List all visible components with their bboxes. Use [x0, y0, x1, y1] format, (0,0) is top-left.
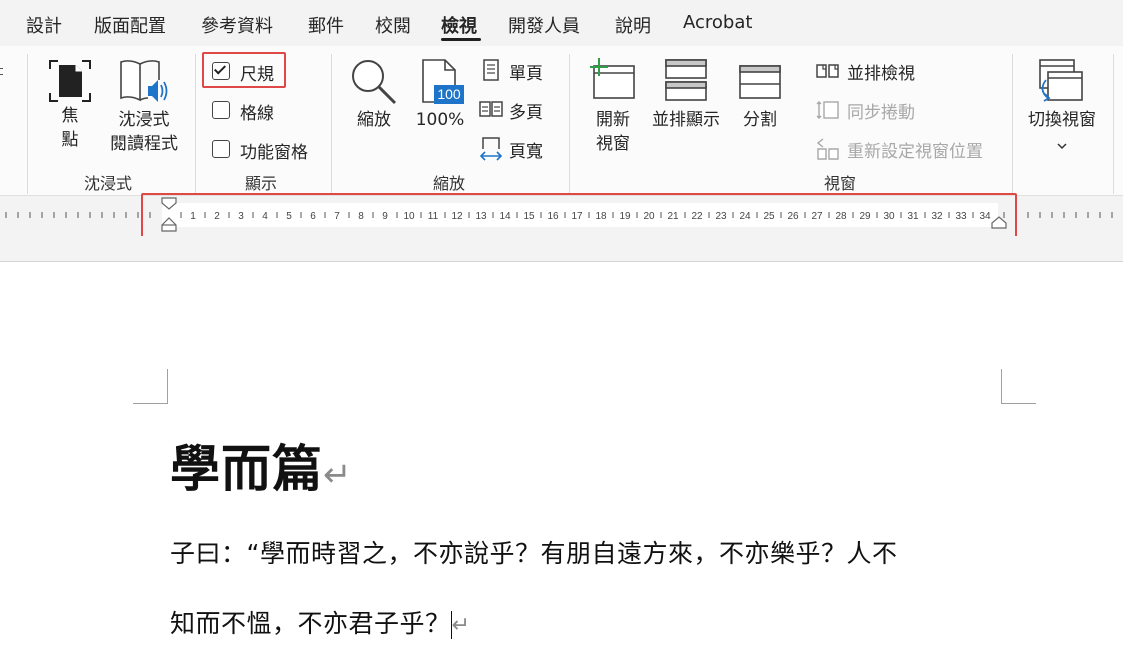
paragraph-line-2[interactable]: 知而不慍，不亦君子乎？↵ [170, 604, 470, 640]
paragraph-line-1[interactable]: 子曰：“學而時習之，不亦說乎？有朋自遠方來，不亦樂乎？人不 [170, 534, 897, 570]
zoom-label[interactable]: 縮放 [349, 108, 399, 132]
document-canvas[interactable] [0, 262, 1123, 659]
tab-review[interactable]: 校閱 [375, 12, 411, 38]
reset-window-position-icon [815, 137, 841, 161]
group-separator [569, 54, 570, 194]
heading-text: 學而篇 [170, 440, 323, 498]
crop-mark-top-right [1001, 369, 1036, 404]
group-label-show: 顯示 [245, 174, 278, 193]
one-page-label[interactable]: 單頁 [509, 59, 543, 84]
ruler-margin-ticks-left [5, 212, 151, 218]
active-tab-indicator [441, 38, 481, 41]
group-separator [195, 54, 196, 194]
group-label-immersive: 沈浸式 [84, 174, 133, 193]
group-separator [331, 54, 332, 194]
multiple-pages-label[interactable]: 多頁 [509, 98, 543, 123]
multiple-pages-icon[interactable] [479, 98, 503, 120]
magnifier-icon[interactable] [350, 58, 398, 106]
gridlines-label[interactable]: 格線 [240, 99, 274, 124]
group-separator [1012, 54, 1013, 194]
new-window-icon[interactable] [588, 56, 636, 100]
arrange-all-label[interactable]: 並排顯示 [646, 108, 726, 132]
page-width-label[interactable]: 頁寬 [509, 137, 543, 162]
split-label[interactable]: 分割 [735, 108, 785, 132]
paragraph-mark: ↵ [451, 613, 471, 638]
synchronous-scrolling-label: 同步捲動 [847, 103, 915, 123]
view-side-by-side-icon[interactable] [815, 62, 841, 80]
switch-windows-icon[interactable] [1036, 58, 1084, 104]
paragraph-line-2-text: 知而不慍，不亦君子乎？ [170, 609, 451, 638]
paragraph-mark: ↵ [323, 455, 353, 495]
crop-mark-top-left [133, 369, 168, 404]
tab-view[interactable]: 檢視 [441, 12, 477, 38]
zoom-100-icon[interactable]: 100 [420, 58, 466, 106]
new-window-label[interactable]: 開新 視窗 [588, 108, 638, 156]
synchronous-scrolling-icon [815, 99, 841, 121]
chevron-down-icon[interactable] [1056, 136, 1068, 150]
page-width-icon[interactable] [479, 136, 503, 162]
tab-references[interactable]: 參考資料 [201, 12, 273, 38]
group-label-zoom: 縮放 [433, 174, 466, 193]
split-window-icon[interactable] [738, 64, 782, 100]
ribbon: 焦 點 沈浸式 閱讀程式 沈浸式 尺規 格線 功能窗格 顯示 縮放 100 10… [0, 46, 1123, 196]
previous-group-edge-2 [0, 74, 3, 75]
ruler-option-highlight [202, 52, 286, 88]
focus-label[interactable]: 焦 點 [50, 104, 90, 152]
arrange-all-icon[interactable] [664, 58, 708, 102]
one-page-icon[interactable] [481, 58, 501, 82]
document-heading[interactable]: 學而篇↵ [170, 429, 353, 501]
previous-group-edge [0, 68, 3, 69]
ruler-highlight [141, 193, 1017, 239]
focus-icon[interactable] [49, 60, 91, 102]
immersive-reader-label[interactable]: 沈浸式 閱讀程式 [104, 108, 184, 156]
switch-windows-label[interactable]: 切換視窗 [1022, 108, 1102, 132]
group-label-window: 視窗 [824, 174, 857, 193]
tab-mailings[interactable]: 郵件 [308, 12, 344, 38]
immersive-reader-icon[interactable] [118, 58, 170, 104]
gridlines-checkbox[interactable] [212, 101, 230, 119]
zoom-100-badge: 100 [437, 86, 461, 102]
navigation-pane-label[interactable]: 功能窗格 [240, 138, 308, 163]
group-separator [1113, 54, 1114, 194]
tab-design[interactable]: 設計 [26, 12, 62, 38]
navigation-pane-checkbox[interactable] [212, 140, 230, 158]
tab-help[interactable]: 說明 [615, 12, 651, 38]
zoom-100-label[interactable]: 100% [412, 108, 468, 132]
tab-acrobat[interactable]: Acrobat [683, 12, 752, 33]
view-side-by-side-label[interactable]: 並排檢視 [847, 59, 915, 84]
group-separator [27, 54, 28, 194]
ribbon-tab-bar: 設計 版面配置 參考資料 郵件 校閱 檢視 開發人員 說明 Acrobat [0, 0, 1123, 46]
ruler-spacer [0, 236, 1123, 262]
tab-developer[interactable]: 開發人員 [508, 12, 580, 38]
tab-layout[interactable]: 版面配置 [94, 12, 166, 38]
reset-window-position-label: 重新設定視窗位置 [847, 142, 983, 162]
